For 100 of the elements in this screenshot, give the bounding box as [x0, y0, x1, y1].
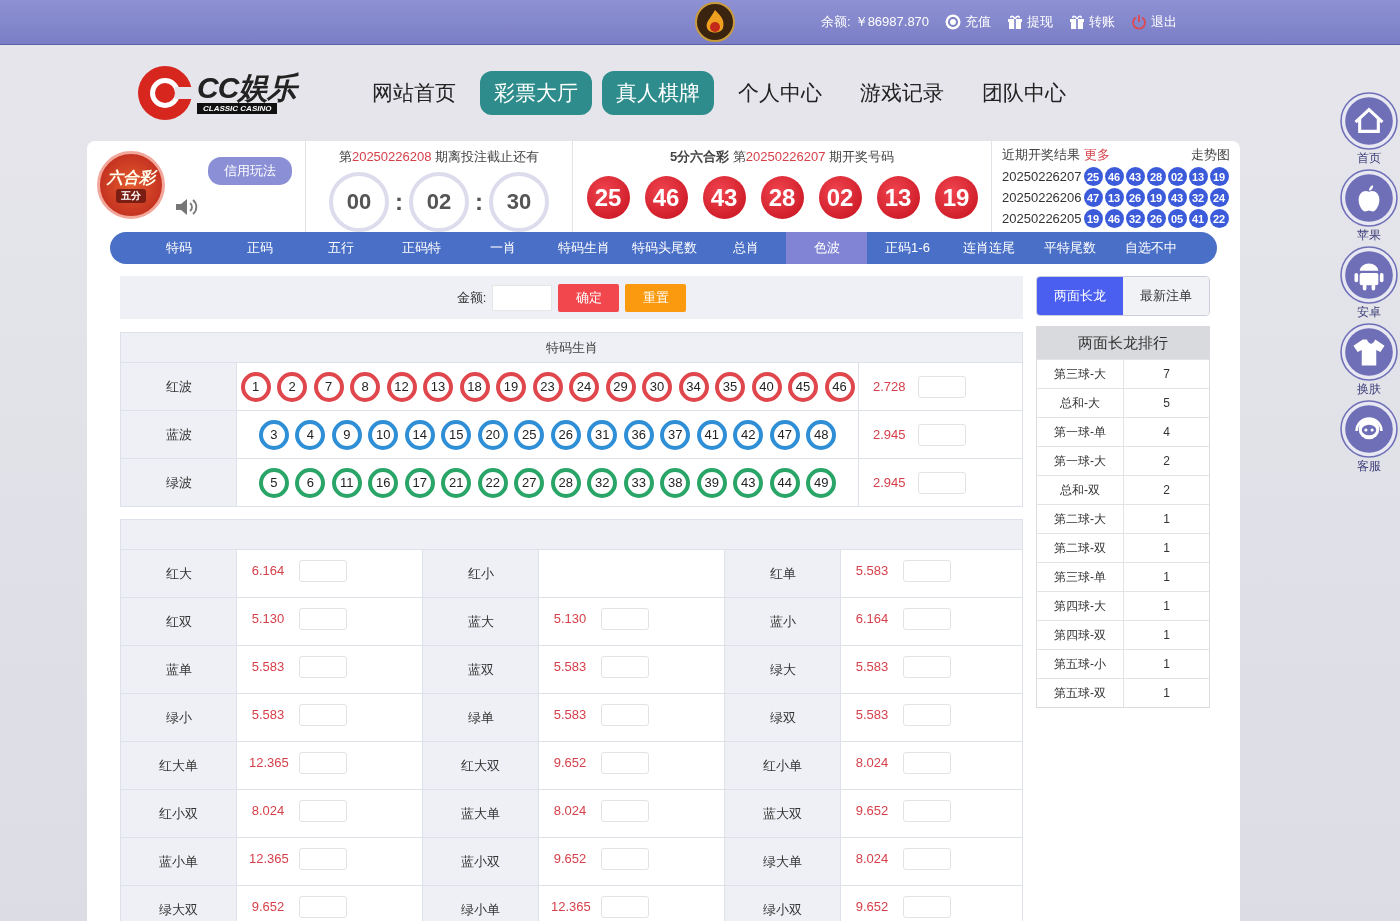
number-ball: 14 — [404, 419, 435, 450]
bet-field[interactable] — [903, 752, 951, 774]
row-label: 绿单 — [423, 694, 539, 741]
bet-field[interactable] — [903, 704, 951, 726]
play-tab[interactable]: 正码特 — [381, 232, 462, 264]
nav-link[interactable]: 个人中心 — [724, 71, 837, 115]
odds-value: 5.583 — [854, 659, 890, 674]
play-tab[interactable]: 特码生肖 — [543, 232, 624, 264]
play-tab[interactable]: 连肖连尾 — [948, 232, 1029, 264]
draw-title: 5分六合彩 第20250226207 期开奖号码 — [670, 148, 894, 166]
odds-value: 5.583 — [250, 659, 286, 674]
row-label: 蓝大 — [423, 598, 539, 645]
draw-ball: 25 — [586, 176, 630, 219]
bet-field[interactable] — [601, 752, 649, 774]
trend-link[interactable]: 走势图 — [1191, 146, 1230, 164]
headset-icon — [1355, 417, 1383, 440]
number-ball: 9 — [331, 419, 362, 450]
bet-field[interactable] — [903, 896, 951, 918]
confirm-button[interactable]: 确定 — [558, 283, 620, 312]
odds-value: 5.130 — [552, 611, 588, 626]
ranking-name: 第一球-大 — [1037, 447, 1124, 475]
bet-field[interactable] — [299, 704, 347, 726]
play-tab[interactable]: 正码1-6 — [867, 232, 948, 264]
bet-field[interactable] — [601, 608, 649, 630]
nav-link[interactable]: 网站首页 — [358, 71, 471, 115]
bet-field[interactable] — [299, 656, 347, 678]
result-ball: 24 — [1209, 188, 1229, 207]
bet-field[interactable] — [299, 896, 347, 918]
number-ball: 48 — [806, 419, 837, 450]
lottery-badge: 六合彩 五分 — [97, 151, 165, 219]
speaker-icon[interactable] — [175, 197, 199, 217]
bet-field[interactable] — [903, 800, 951, 822]
bet-field[interactable] — [299, 800, 347, 822]
bet-field[interactable] — [917, 471, 966, 494]
bet-field[interactable] — [917, 423, 966, 446]
play-tab[interactable]: 色波 — [786, 232, 867, 264]
ranking-count: 7 — [1162, 366, 1171, 383]
result-ball: 13 — [1104, 188, 1124, 207]
issue-number: 20250226205 — [1002, 211, 1082, 226]
flame-icon[interactable] — [695, 2, 735, 42]
result-ball: 19 — [1146, 188, 1166, 207]
side-tab[interactable]: 最新注单 — [1123, 277, 1209, 315]
number-ball: 44 — [769, 467, 800, 498]
ranking-name: 第二球-双 — [1037, 534, 1124, 562]
number-ball: 11 — [331, 467, 362, 498]
odds-value: 5.583 — [854, 563, 890, 578]
play-tab[interactable]: 平特尾数 — [1029, 232, 1110, 264]
bet-field[interactable] — [601, 800, 649, 822]
more-link[interactable]: 更多 — [1083, 147, 1110, 162]
top-bar-link[interactable]: 转账 — [1069, 13, 1116, 31]
bet-field[interactable] — [903, 560, 951, 582]
nav-link[interactable]: 彩票大厅 — [480, 71, 593, 115]
home-icon — [1354, 107, 1384, 133]
bet-field[interactable] — [299, 608, 347, 630]
top-bar-link[interactable]: 充值 — [945, 13, 992, 31]
bet-field[interactable] — [299, 848, 347, 870]
bet-field[interactable] — [601, 704, 649, 726]
play-tab[interactable]: 特码头尾数 — [624, 232, 705, 264]
bet-field[interactable] — [299, 752, 347, 774]
nav-link[interactable]: 团队中心 — [968, 71, 1081, 115]
ranking-count: 1 — [1162, 540, 1171, 557]
ranking-count: 1 — [1162, 569, 1171, 586]
mode-button[interactable]: 信用玩法 — [208, 157, 292, 185]
bet-field[interactable] — [903, 608, 951, 630]
nav-link[interactable]: 真人棋牌 — [602, 71, 715, 115]
nav-link[interactable]: 游戏记录 — [846, 71, 959, 115]
bet-field[interactable] — [601, 896, 649, 918]
number-ball: 42 — [733, 419, 764, 450]
number-ball: 23 — [532, 371, 563, 402]
number-ball: 37 — [660, 419, 691, 450]
ranking-name: 第三球-大 — [1037, 360, 1124, 388]
logo-text: CC娱乐 — [197, 72, 297, 103]
amount-field[interactable] — [492, 284, 553, 311]
play-tab[interactable]: 正码 — [219, 232, 300, 264]
ranking-count: 1 — [1162, 598, 1171, 615]
number-ball: 17 — [404, 467, 435, 498]
bet-field[interactable] — [299, 560, 347, 582]
number-ball: 36 — [623, 419, 654, 450]
ranking-name: 第一球-单 — [1037, 418, 1124, 446]
play-tab[interactable]: 五行 — [300, 232, 381, 264]
play-tab[interactable]: 自选不中 — [1110, 232, 1191, 264]
ranking-count: 1 — [1162, 511, 1171, 528]
bet-field[interactable] — [917, 375, 966, 398]
bet-field[interactable] — [601, 848, 649, 870]
coin-icon — [945, 14, 962, 30]
bet-field[interactable] — [903, 656, 951, 678]
ranking-count: 4 — [1162, 424, 1171, 441]
number-ball: 6 — [295, 467, 326, 498]
bet-field[interactable] — [601, 656, 649, 678]
side-tab[interactable]: 两面长龙 — [1037, 277, 1123, 315]
number-ball: 40 — [751, 371, 782, 402]
top-bar-link[interactable]: 提现 — [1007, 13, 1054, 31]
play-tab[interactable]: 特码 — [138, 232, 219, 264]
row-label: 蓝小单 — [121, 838, 237, 885]
play-tab[interactable]: 总肖 — [705, 232, 786, 264]
draw-ball: 43 — [702, 176, 746, 219]
odds-value: 9.652 — [854, 803, 890, 818]
bet-field[interactable] — [903, 848, 951, 870]
top-bar-link[interactable]: 退出 — [1131, 13, 1178, 31]
play-tab[interactable]: 一肖 — [462, 232, 543, 264]
